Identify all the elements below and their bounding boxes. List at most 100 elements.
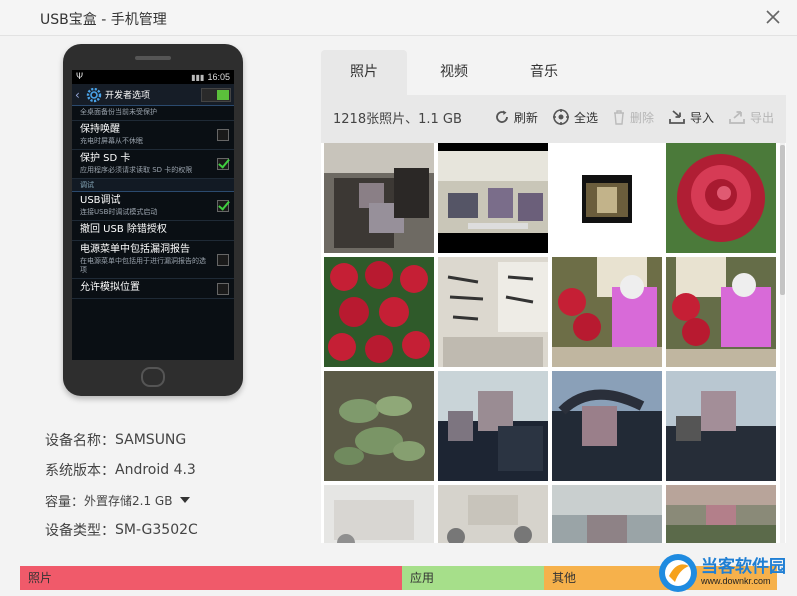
settings-item: 撤回 USB 除错授权 — [72, 221, 234, 241]
photo-thumbnail[interactable] — [666, 143, 776, 253]
settings-section-header: 调试 — [72, 179, 234, 192]
settings-item: USB调试连接USB时调试模式启动 — [72, 192, 234, 221]
watermark-name: 当客软件园 — [701, 557, 786, 577]
trash-icon — [613, 110, 624, 125]
photo-thumbnail[interactable] — [666, 485, 776, 543]
photo-thumbnail[interactable] — [324, 143, 434, 253]
tab-music[interactable]: 音乐 — [501, 50, 587, 95]
refresh-button[interactable]: 刷新 — [494, 109, 538, 126]
select-all-label: 全选 — [573, 110, 598, 125]
checkbox-icon — [217, 282, 229, 295]
storage-dropdown-icon[interactable] — [180, 497, 191, 503]
settings-item-title: 撤回 USB 除错授权 — [80, 224, 167, 235]
device-type-row: 设备类型： SM-G3502C — [45, 515, 198, 545]
photo-thumbnail[interactable] — [438, 371, 548, 481]
settings-item-description: 充电时屏幕从不休眠 — [80, 137, 143, 145]
photo-thumbnail[interactable] — [324, 485, 434, 543]
settings-item: 允许模拟位置 — [72, 279, 234, 299]
refresh-label: 刷新 — [513, 110, 538, 125]
photo-thumbnail[interactable] — [438, 485, 548, 543]
delete-label: 删除 — [629, 110, 654, 125]
device-type-value: SM-G3502C — [115, 522, 198, 538]
photo-thumbnail[interactable] — [666, 371, 776, 481]
photo-grid-area — [321, 143, 786, 543]
window-title: USB宝盒 - 手机管理 — [40, 12, 167, 28]
settings-item-title: 保护 SD 卡 — [80, 153, 131, 164]
phone-clock: 16:05 — [207, 72, 230, 82]
checkbox-checked-icon — [217, 158, 229, 170]
refresh-icon — [496, 110, 508, 123]
photo-thumbnail[interactable] — [552, 143, 662, 253]
watermark-url: www.downkr.com — [701, 576, 771, 586]
export-icon — [729, 111, 745, 124]
select-all-icon — [552, 109, 569, 125]
import-label: 导入 — [689, 110, 714, 125]
settings-item: 保持唤醒充电时屏幕从不休眠 — [72, 121, 234, 150]
photo-grid-scrollbar[interactable] — [780, 143, 785, 543]
photo-thumbnail[interactable] — [552, 371, 662, 481]
media-tabs: 照片 视频 音乐 — [321, 50, 786, 95]
settings-item: 电源菜单中包括漏洞报告在电源菜单中包括用于进行漏洞报告的选项 — [72, 241, 234, 279]
settings-item-description: 全桌面备份当前未受保护 — [80, 108, 157, 116]
device-name-label: 设备名称： — [45, 433, 115, 449]
storage-segment-apps: 应用 — [402, 566, 544, 590]
settings-item-description: 在电源菜单中包括用于进行漏洞报告的选项 — [80, 257, 206, 274]
phone-home-button — [141, 367, 165, 387]
delete-button[interactable]: 删除 — [612, 109, 654, 126]
device-name-row: 设备名称： SAMSUNG — [45, 425, 198, 455]
settings-item-title: 允许模拟位置 — [80, 282, 140, 293]
photo-thumbnail[interactable] — [438, 143, 548, 253]
export-button[interactable]: 导出 — [728, 109, 774, 126]
photo-toolbar: 1218张照片、1.1 GB 刷新 全选 删除 导入 导出 — [321, 95, 786, 139]
settings-item-description: 连接USB时调试模式启动 — [80, 208, 158, 216]
gear-icon — [86, 87, 102, 102]
phone-speaker — [135, 56, 171, 60]
tab-videos[interactable]: 视频 — [411, 50, 497, 95]
checkbox-checked-icon — [217, 200, 229, 212]
watermark-logo-icon — [659, 554, 697, 592]
settings-item-title: USB调试 — [80, 195, 121, 206]
close-icon[interactable] — [763, 7, 783, 27]
settings-item-description: 应用程序必须请求读取 SD 卡的权限 — [80, 166, 193, 174]
settings-item-title: 保持唤醒 — [80, 124, 120, 135]
scrollbar-thumb[interactable] — [780, 145, 785, 295]
settings-item: 全桌面备份当前未受保护 — [72, 106, 234, 121]
title-bar: USB宝盒 - 手机管理 — [0, 0, 797, 36]
storage-label: 容量： — [45, 494, 85, 510]
system-version-label: 系统版本： — [45, 463, 115, 479]
storage-value: 外置存储2.1 GB — [84, 493, 173, 508]
photo-thumbnail[interactable] — [666, 257, 776, 367]
developer-options-toggle — [201, 87, 231, 102]
photo-summary: 1218张照片、1.1 GB — [333, 111, 462, 127]
photo-thumbnail[interactable] — [438, 257, 548, 367]
photos-panel: 1218张照片、1.1 GB 刷新 全选 删除 导入 导出 — [321, 95, 786, 543]
device-name-value: SAMSUNG — [115, 432, 187, 448]
developer-options-title: 开发者选项 — [105, 91, 151, 101]
import-button[interactable]: 导入 — [668, 109, 714, 126]
settings-list: 全桌面备份当前未受保护 保持唤醒充电时屏幕从不休眠 保护 SD 卡应用程序必须请求读… — [72, 106, 234, 299]
media-pane: 照片 视频 音乐 1218张照片、1.1 GB 刷新 全选 删除 导入 导出 — [321, 50, 786, 543]
watermark: 当客软件园 www.downkr.com — [657, 550, 797, 596]
phone-action-bar: ‹ 开发者选项 — [72, 84, 234, 106]
photo-thumbnail[interactable] — [324, 257, 434, 367]
storage-row: 容量： 外置存储2.1 GB — [45, 485, 198, 515]
device-type-label: 设备类型： — [45, 523, 115, 539]
phone-mockup: Ψ ▮▮▮ 16:05 ‹ 开发者选项 全桌面备份当前未受保护 保持唤醒充电时屏幕… — [63, 44, 243, 396]
storage-segment-photos: 照片 — [20, 566, 402, 590]
photo-thumbnail[interactable] — [552, 485, 662, 543]
signal-icon: ▮▮▮ — [191, 72, 205, 82]
usb-status-icon: Ψ — [76, 72, 84, 82]
photo-thumbnail[interactable] — [552, 257, 662, 367]
tab-photos[interactable]: 照片 — [321, 50, 407, 95]
import-icon — [669, 110, 685, 124]
settings-item-title: 电源菜单中包括漏洞报告 — [80, 244, 190, 255]
system-version-value: Android 4.3 — [115, 462, 196, 478]
select-all-button[interactable]: 全选 — [552, 108, 598, 126]
photo-thumbnail[interactable] — [324, 371, 434, 481]
device-pane: Ψ ▮▮▮ 16:05 ‹ 开发者选项 全桌面备份当前未受保护 保持唤醒充电时屏幕… — [0, 37, 310, 559]
back-arrow-icon: ‹ — [75, 87, 80, 102]
device-info: 设备名称： SAMSUNG 系统版本： Android 4.3 容量： 外置存储… — [45, 425, 198, 545]
system-version-row: 系统版本： Android 4.3 — [45, 455, 198, 485]
phone-screen: Ψ ▮▮▮ 16:05 ‹ 开发者选项 全桌面备份当前未受保护 保持唤醒充电时屏幕… — [72, 70, 234, 360]
settings-item: 保护 SD 卡应用程序必须请求读取 SD 卡的权限 — [72, 150, 234, 179]
